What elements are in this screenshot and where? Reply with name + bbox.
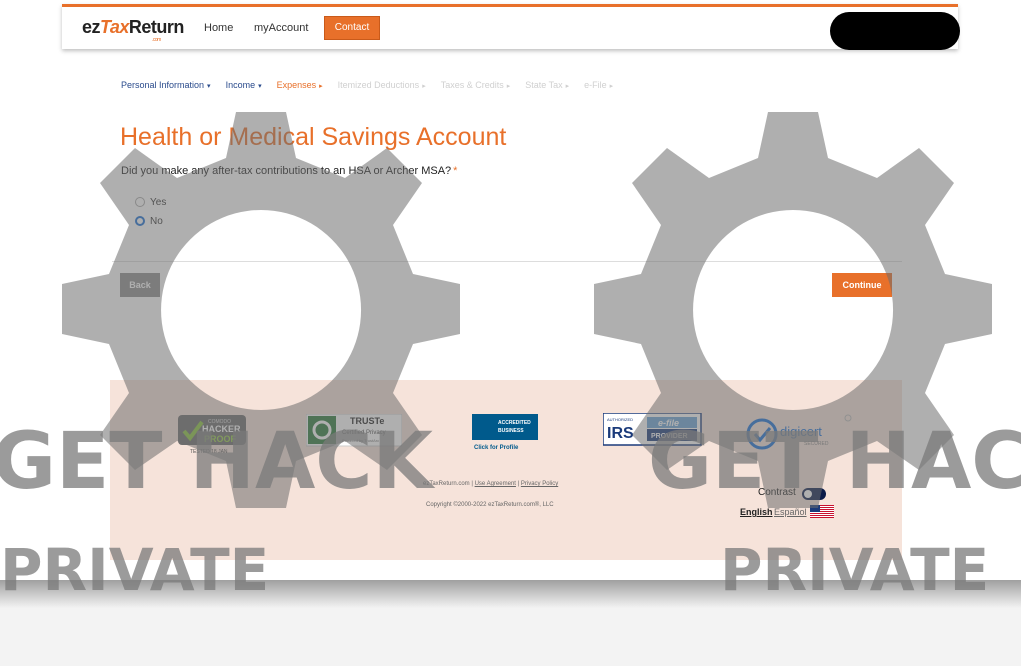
back-button[interactable]: Back <box>120 273 160 297</box>
use-agreement-link[interactable]: Use Agreement <box>475 481 516 487</box>
irs-efile-badge[interactable]: AUTHORIZED IRS e-file PROVIDER <box>603 413 703 447</box>
footer: COMODO HACKER PROOF TESTED 18 JAN TRUSTe… <box>110 380 902 560</box>
bbb-click: Click for Profile <box>474 445 519 451</box>
site-logo[interactable]: ezTaxReturn .com <box>82 17 184 43</box>
radio-no-circle[interactable] <box>135 216 145 227</box>
lang-espanol-link[interactable]: Español <box>774 507 807 517</box>
step-arrow-icon: ▾ <box>258 83 262 90</box>
step-label: Itemized Deductions <box>337 80 420 90</box>
step-arrow-icon: ▸ <box>319 83 323 90</box>
step-income[interactable]: Income ▾ <box>226 80 262 90</box>
step-e-file: e-File ▸ <box>584 80 613 90</box>
radio-yes-circle[interactable] <box>135 197 145 208</box>
truste-powered: Powered by TrustArc <box>342 438 379 443</box>
irs-text: IRS <box>607 425 634 442</box>
contrast-toggle[interactable] <box>802 488 826 500</box>
question-text: Did you make any after-tax contributions… <box>121 165 457 177</box>
hacker-badge-text2: PROOF <box>204 434 237 444</box>
truste-badge[interactable]: TRUSTe Certified Privacy Powered by Trus… <box>306 414 402 448</box>
irs-provider-text: PROVIDER <box>651 433 688 440</box>
step-arrow-icon: ▸ <box>609 83 614 90</box>
nav-home-link[interactable]: Home <box>204 22 233 34</box>
digicert-name: digicert <box>780 424 822 439</box>
irs-efile-text: e-file <box>658 418 679 428</box>
page-title: Health or Medical Savings Account <box>120 123 507 151</box>
copyright-text: Copyright ©2000-2022 ezTaxReturn.com®, L… <box>426 502 554 508</box>
nav-myaccount-link[interactable]: myAccount <box>254 22 308 34</box>
irs-authorized: AUTHORIZED <box>607 417 633 422</box>
progress-steps: Personal Information ▾ Income ▾ Expenses ▸ Ite… <box>121 80 628 90</box>
step-personal-information[interactable]: Personal Information ▾ <box>121 80 211 90</box>
footer-site-link[interactable]: ezTaxReturn.com <box>423 481 470 487</box>
step-label: Expenses <box>276 80 317 90</box>
divider <box>112 261 902 262</box>
hacker-proof-badge[interactable]: COMODO HACKER PROOF TESTED 18 JAN <box>172 411 252 457</box>
privacy-policy-link[interactable]: Privacy Policy <box>521 481 558 487</box>
top-navbar: ezTaxReturn .com Home myAccount Contact <box>62 4 958 49</box>
step-arrow-icon: ▸ <box>422 83 426 90</box>
step-itemized-deductions: Itemized Deductions ▸ <box>338 80 426 90</box>
bbb-line2: BUSINESS <box>498 428 524 434</box>
step-arrow-icon: ▾ <box>207 83 211 90</box>
contrast-label: Contrast <box>758 487 796 498</box>
step-label: State Tax <box>525 80 563 90</box>
digicert-badge[interactable]: digicert SECURED <box>746 414 854 454</box>
truste-sub: Certified Privacy <box>342 430 386 436</box>
hacker-badge-tested: TESTED 18 JAN <box>190 449 228 455</box>
lang-english-link[interactable]: English <box>740 507 773 517</box>
truste-title: TRUSTe <box>350 416 384 426</box>
contact-button[interactable]: Contact <box>324 16 380 40</box>
page: ezTaxReturn .com Home myAccount Contact … <box>0 0 1021 580</box>
step-label: Income <box>225 80 256 90</box>
question-label: Did you make any after-tax contributions… <box>121 165 452 177</box>
redaction-pill <box>830 12 960 50</box>
required-mark: * <box>453 165 458 177</box>
radio-no-label: No <box>150 216 163 227</box>
continue-button[interactable]: Continue <box>832 273 892 297</box>
step-arrow-icon: ▸ <box>565 83 570 90</box>
step-label: e-File <box>584 80 607 90</box>
step-state-tax: State Tax ▸ <box>525 80 569 90</box>
step-label: Taxes & Credits <box>440 80 504 90</box>
radio-yes[interactable]: Yes <box>135 197 166 208</box>
radio-yes-label: Yes <box>150 197 167 208</box>
radio-no[interactable]: No <box>135 216 163 227</box>
us-flag-icon <box>810 505 834 518</box>
step-expenses[interactable]: Expenses ▸ <box>277 80 323 90</box>
digicert-secured: SECURED <box>804 441 829 447</box>
bbb-line1: ACCREDITED <box>498 420 531 426</box>
bbb-badge[interactable]: ACCREDITED BUSINESS Click for Profile <box>470 414 542 452</box>
footer-links: ezTaxReturn.com | Use Agreement | Privac… <box>423 481 558 487</box>
step-label: Personal Information <box>121 80 205 90</box>
page-shadow <box>0 578 1021 608</box>
hacker-badge-text1: HACKER <box>202 424 241 434</box>
step-taxes-credits: Taxes & Credits ▸ <box>441 80 511 90</box>
step-arrow-icon: ▸ <box>506 83 511 90</box>
